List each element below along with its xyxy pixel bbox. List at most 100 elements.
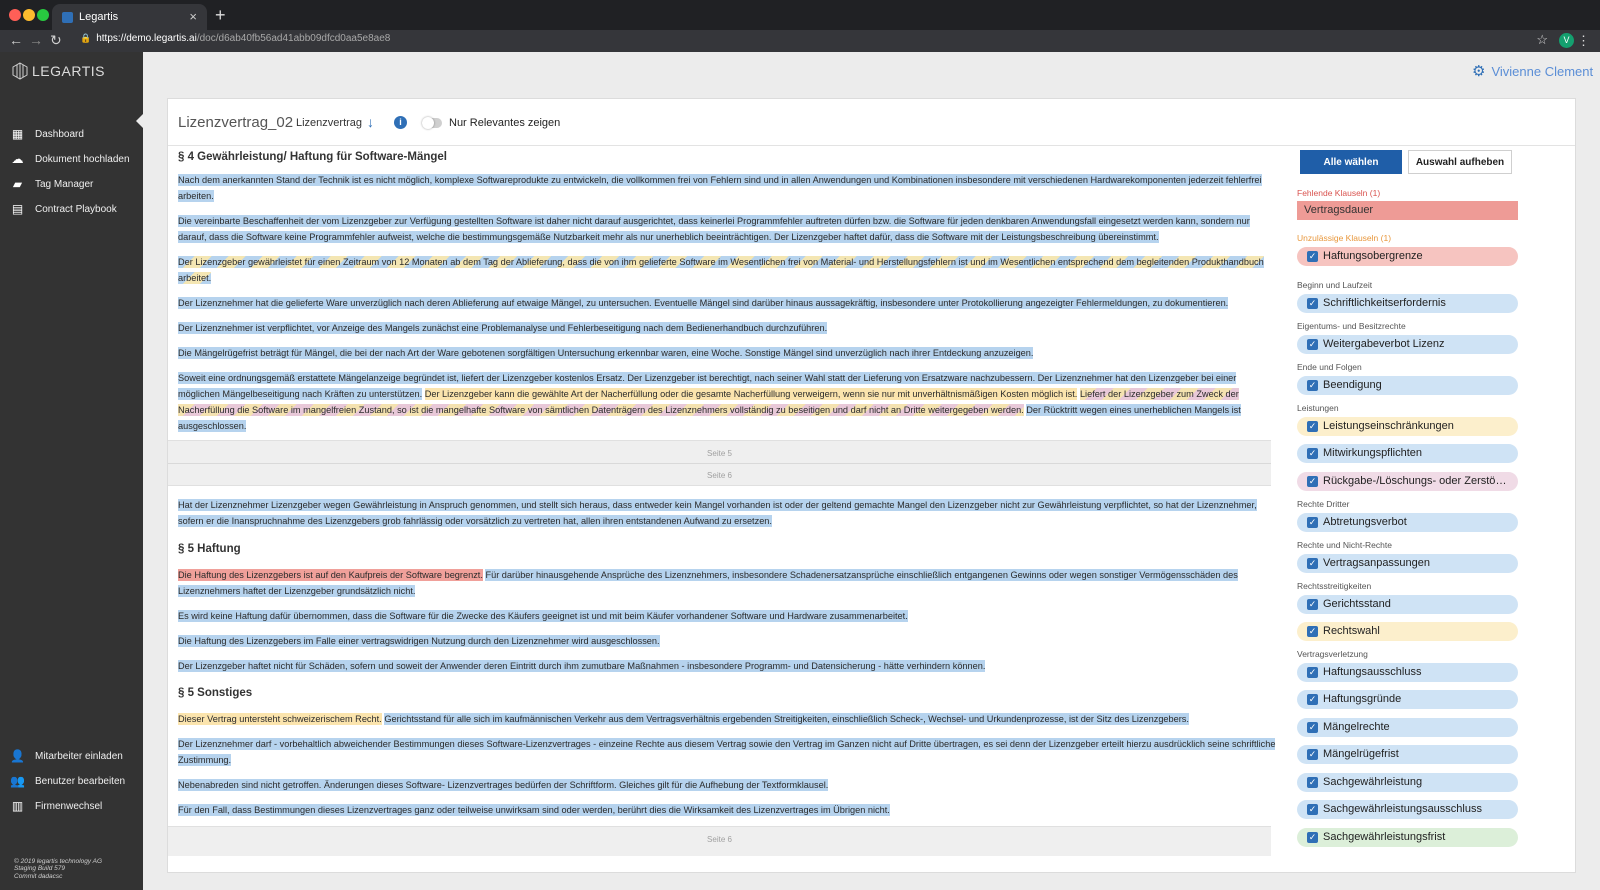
checkbox-checked-icon[interactable]: ✓: [1307, 558, 1318, 569]
clause-item[interactable]: ✓ Haftungsausschluss: [1297, 663, 1518, 682]
checkbox-checked-icon[interactable]: ✓: [1307, 777, 1318, 788]
checkbox-checked-icon[interactable]: ✓: [1307, 749, 1318, 760]
select-all-button[interactable]: Alle wählen: [1300, 150, 1402, 174]
clause-item[interactable]: ✓ Sachgewährleistungsausschluss: [1297, 800, 1518, 819]
tab-close-icon[interactable]: ×: [189, 9, 197, 24]
clause-item[interactable]: ✓ Mängelrechte: [1297, 718, 1518, 737]
sidebar-item-edit-users[interactable]: 👥 Benutzer bearbeiten: [10, 771, 125, 791]
checkbox-checked-icon[interactable]: ✓: [1307, 339, 1318, 350]
clause-highlight[interactable]: Der Lizenzgeber haftet nicht für Schäden…: [178, 660, 986, 672]
clause-highlight[interactable]: Die Haftung des Lizenzgebers ist auf den…: [178, 569, 483, 581]
reload-icon[interactable]: ↻: [50, 32, 62, 49]
paragraph[interactable]: Die Haftung des Lizenzgebers ist auf den…: [178, 567, 1278, 599]
clause-highlight[interactable]: Die Mängelrügefrist beträgt für Mängel, …: [178, 347, 1034, 359]
sidebar-item-tag-manager[interactable]: ▰ Tag Manager: [10, 174, 94, 194]
paragraph[interactable]: Für den Fall, dass Bestimmungen dieses L…: [178, 802, 1278, 818]
clause-item[interactable]: ✓ Rechtswahl: [1297, 622, 1518, 641]
clause-highlight[interactable]: Dieser Vertrag untersteht schweizerische…: [178, 713, 382, 725]
checkbox-checked-icon[interactable]: ✓: [1307, 476, 1318, 487]
sidebar-item-playbook[interactable]: ▤ Contract Playbook: [10, 199, 117, 219]
paragraph[interactable]: Soweit eine ordnungsgemäß erstattete Män…: [178, 370, 1278, 434]
paragraph[interactable]: Hat der Lizenznehmer Lizenzgeber wegen G…: [178, 497, 1278, 529]
legartis-logo[interactable]: LEGARTIS: [12, 62, 105, 80]
paragraph[interactable]: Der Lizenznehmer darf - vorbehaltlich ab…: [178, 736, 1278, 768]
checkbox-checked-icon[interactable]: ✓: [1307, 694, 1318, 705]
user-name: Vivienne Clement: [1491, 63, 1594, 79]
download-arrow-icon[interactable]: ↓: [367, 114, 374, 130]
browser-tab[interactable]: Legartis ×: [52, 4, 207, 30]
checkbox-checked-icon[interactable]: ✓: [1307, 421, 1318, 432]
relevant-only-toggle[interactable]: [422, 117, 442, 129]
clause-highlight[interactable]: Der Lizenznehmer darf - vorbehaltlich ab…: [178, 738, 1276, 766]
clear-selection-button[interactable]: Auswahl aufheben: [1408, 150, 1512, 174]
clause-highlight[interactable]: Die Haftung des Lizenzgebers im Falle ei…: [178, 635, 660, 647]
close-window-button[interactable]: [9, 9, 21, 21]
clause-highlight[interactable]: Der Lizenznehmer ist verpflichtet, vor A…: [178, 322, 828, 334]
back-arrow-icon[interactable]: ←: [9, 32, 23, 48]
clause-item[interactable]: ✓ Weitergabeverbot Lizenz: [1297, 335, 1518, 354]
checkbox-checked-icon[interactable]: ✓: [1307, 380, 1318, 391]
paragraph[interactable]: Die Haftung des Lizenzgebers im Falle ei…: [178, 633, 1278, 649]
clause-item[interactable]: ✓ Beendigung: [1297, 376, 1518, 395]
checkbox-checked-icon[interactable]: ✓: [1307, 626, 1318, 637]
clause-item[interactable]: ✓ Vertragsanpassungen: [1297, 554, 1518, 573]
paragraph[interactable]: Der Lizenznehmer ist verpflichtet, vor A…: [178, 320, 1278, 336]
checkbox-checked-icon[interactable]: ✓: [1307, 517, 1318, 528]
paragraph[interactable]: Es wird keine Haftung dafür übernommen, …: [178, 608, 1278, 624]
clause-highlight[interactable]: Der Lizenzgeber kann die gewählte Art de…: [424, 388, 1078, 400]
new-tab-button[interactable]: +: [215, 5, 226, 26]
paragraph[interactable]: Der Lizenznehmer hat die gelieferte Ware…: [178, 295, 1278, 311]
clause-highlight[interactable]: Der Lizenzgeber gewährleistet für einen …: [178, 256, 1264, 284]
sidebar-item-company-switch[interactable]: ▥ Firmenwechsel: [10, 796, 102, 816]
clause-highlight[interactable]: Gerichtsstand für alle sich im kaufmänni…: [384, 713, 1189, 725]
checkbox-checked-icon[interactable]: ✓: [1307, 832, 1318, 843]
gear-icon[interactable]: ⚙: [1472, 62, 1485, 80]
browser-menu-icon[interactable]: ⋮: [1577, 33, 1590, 49]
checkbox-checked-icon[interactable]: ✓: [1307, 722, 1318, 733]
paragraph[interactable]: Dieser Vertrag untersteht schweizerische…: [178, 711, 1278, 727]
clause-highlight[interactable]: Der Lizenznehmer hat die gelieferte Ware…: [178, 297, 1229, 309]
profile-avatar[interactable]: V: [1559, 33, 1574, 48]
clause-item[interactable]: ✓ Haftungsobergrenze: [1297, 247, 1518, 266]
clause-item[interactable]: ✓ Sachgewährleistung: [1297, 773, 1518, 792]
clause-highlight[interactable]: Nebenabreden sind nicht getroffen. Änder…: [178, 779, 829, 791]
paragraph[interactable]: Der Lizenzgeber gewährleistet für einen …: [178, 254, 1278, 286]
checkbox-checked-icon[interactable]: ✓: [1307, 448, 1318, 459]
clause-highlight[interactable]: Es wird keine Haftung dafür übernommen, …: [178, 610, 908, 622]
sidebar-item-invite[interactable]: 👤 Mitarbeiter einladen: [10, 746, 123, 766]
maximize-window-button[interactable]: [37, 9, 49, 21]
clause-highlight[interactable]: Die vereinbarte Beschaffenheit der vom L…: [178, 215, 1250, 243]
paragraph[interactable]: Nach dem anerkannten Stand der Technik i…: [178, 172, 1278, 204]
clause-item[interactable]: ✓ Haftungsgründe: [1297, 690, 1518, 709]
paragraph[interactable]: Der Lizenzgeber haftet nicht für Schäden…: [178, 658, 1278, 674]
clause-item[interactable]: ✓ Schriftlichkeitserfordernis: [1297, 294, 1518, 313]
clause-highlight[interactable]: Hat der Lizenznehmer Lizenzgeber wegen G…: [178, 499, 1257, 527]
paragraph[interactable]: Nebenabreden sind nicht getroffen. Änder…: [178, 777, 1278, 793]
clause-highlight[interactable]: Für den Fall, dass Bestimmungen dieses L…: [178, 804, 890, 816]
checkbox-checked-icon[interactable]: ✓: [1307, 298, 1318, 309]
checkbox-checked-icon[interactable]: ✓: [1307, 599, 1318, 610]
clause-item[interactable]: ✓ Gerichtsstand: [1297, 595, 1518, 614]
missing-clause-item[interactable]: Vertragsdauer: [1297, 201, 1518, 220]
checkbox-checked-icon[interactable]: ✓: [1307, 667, 1318, 678]
paragraph[interactable]: Die Mängelrügefrist beträgt für Mängel, …: [178, 345, 1278, 361]
clause-item[interactable]: ✓ Leistungseinschränkungen: [1297, 417, 1518, 436]
clause-label: Haftungsobergrenze: [1323, 250, 1423, 262]
clause-item[interactable]: ✓ Rückgabe-/Löschungs- oder Zerstörungspf…: [1297, 472, 1518, 491]
clause-item[interactable]: ✓ Abtretungsverbot: [1297, 513, 1518, 532]
address-bar[interactable]: 🔒 https://demo.legartis.ai/doc/d6ab40fb56…: [80, 33, 390, 44]
clause-item[interactable]: ✓ Sachgewährleistungsfrist: [1297, 828, 1518, 847]
info-icon[interactable]: i: [394, 116, 407, 129]
checkbox-checked-icon[interactable]: ✓: [1307, 251, 1318, 262]
clause-item[interactable]: ✓ Mitwirkungspflichten: [1297, 444, 1518, 463]
forward-arrow-icon[interactable]: →: [29, 32, 43, 48]
checkbox-checked-icon[interactable]: ✓: [1307, 804, 1318, 815]
paragraph[interactable]: Die vereinbarte Beschaffenheit der vom L…: [178, 213, 1278, 245]
clause-highlight[interactable]: Nach dem anerkannten Stand der Technik i…: [178, 174, 1262, 202]
user-menu[interactable]: ⚙ Vivienne Clement: [1472, 62, 1593, 80]
sidebar-item-upload[interactable]: ☁ Dokument hochladen: [10, 149, 130, 169]
minimize-window-button[interactable]: [23, 9, 35, 21]
clause-item[interactable]: ✓ Mängelrügefrist: [1297, 745, 1518, 764]
sidebar-item-dashboard[interactable]: ▦ Dashboard: [10, 124, 84, 144]
bookmark-star-icon[interactable]: ☆: [1536, 32, 1548, 48]
